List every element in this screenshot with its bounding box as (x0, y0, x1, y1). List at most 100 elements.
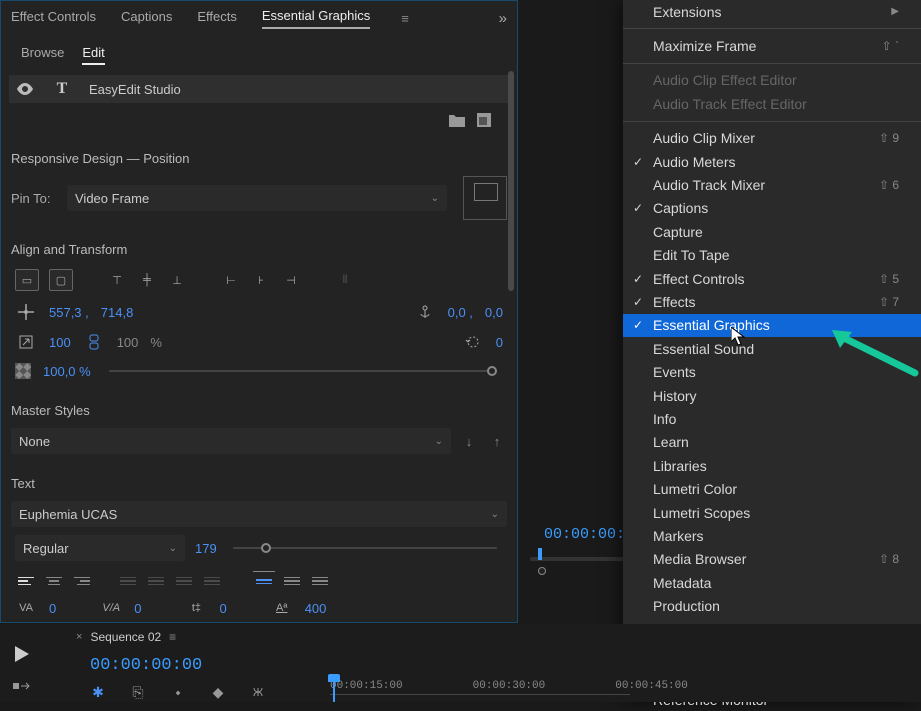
valign-bot-icon[interactable] (309, 571, 331, 591)
master-styles-title: Master Styles (1, 385, 517, 424)
align-bottom-icon[interactable]: ⊥ (167, 269, 187, 291)
collapse-panel-icon[interactable]: » (499, 10, 507, 27)
distribute-h-icon[interactable]: ⊢ (221, 269, 241, 291)
text-align-center-icon[interactable] (43, 571, 65, 591)
tracking-value[interactable]: 0 (134, 601, 141, 616)
settings-icon[interactable] (246, 682, 270, 702)
font-family-dropdown[interactable]: Euphemia UCAS⌄ (11, 501, 507, 527)
scrollbar[interactable] (507, 71, 515, 571)
menu-item-essential-sound[interactable]: Essential Sound (623, 337, 921, 360)
timeline-panel: × Sequence 02 ≡ 00:00:00:00 ✱ ⎘ ⬩ ◆ 00:0… (0, 624, 921, 702)
timeline-timecode[interactable]: 00:00:00:00 (90, 656, 202, 675)
marker-icon[interactable]: ◆ (206, 682, 230, 702)
rotation-value[interactable]: 0 (496, 335, 503, 350)
menu-item-captions[interactable]: ✓Captions (623, 197, 921, 220)
tab-effect-controls[interactable]: Effect Controls (11, 9, 96, 28)
menu-item-effect-controls[interactable]: ✓Effect Controls⇧ 5 (623, 267, 921, 290)
marker-tool-icon[interactable]: ⬩ (166, 682, 190, 702)
scale-icon (15, 333, 37, 351)
menu-item-markers[interactable]: Markers (623, 524, 921, 547)
position-x[interactable]: 557,3 , (49, 305, 89, 320)
subtab-browse[interactable]: Browse (21, 45, 64, 65)
baseline-value[interactable]: 400 (305, 601, 327, 616)
align-left-icon[interactable]: ▭ (15, 269, 39, 291)
menu-item-info[interactable]: Info (623, 407, 921, 430)
panel-tabs: Effect Controls Captions Effects Essenti… (1, 1, 517, 35)
anchor-y[interactable]: 0,0 (485, 305, 503, 320)
visibility-icon[interactable] (17, 83, 35, 95)
text-align-left-icon[interactable] (15, 571, 37, 591)
pin-to-dropdown[interactable]: Video Frame⌄ (67, 185, 447, 211)
align-center-icon[interactable]: ▢ (49, 269, 73, 291)
snap-icon[interactable]: ✱ (86, 682, 110, 702)
timeline-playhead[interactable] (333, 678, 335, 702)
timeline-ruler[interactable]: 00:00:15:00 00:00:30:00 00:00:45:00 (330, 680, 688, 692)
menu-item-capture[interactable]: Capture (623, 220, 921, 243)
scale-h-value: 100 (117, 335, 139, 350)
menu-item-metadata[interactable]: Metadata (623, 571, 921, 594)
menu-item-effects[interactable]: ✓Effects⇧ 7 (623, 290, 921, 313)
kerning-value[interactable]: 0 (49, 601, 56, 616)
font-size-value[interactable]: 179 (195, 541, 217, 556)
menu-item-audio-clip-mixer[interactable]: Audio Clip Mixer⇧ 9 (623, 127, 921, 150)
text-section-title: Text (1, 458, 517, 497)
tab-essential-graphics[interactable]: Essential Graphics (262, 8, 370, 29)
menu-item-extensions[interactable]: Extensions▶ (623, 0, 921, 23)
distribute-hc-icon[interactable]: ⊦ (251, 269, 271, 291)
distribute-v-icon[interactable]: ⦀ (335, 269, 355, 291)
opacity-value[interactable]: 100,0 % (43, 364, 91, 379)
menu-item-media-browser[interactable]: Media Browser⇧ 8 (623, 548, 921, 571)
folder-icon[interactable] (449, 113, 465, 127)
justify-left-icon[interactable] (117, 571, 139, 591)
align-vcenter-icon[interactable]: ╪ (137, 269, 157, 291)
menu-item-audio-track-mixer[interactable]: Audio Track Mixer⇧ 6 (623, 173, 921, 196)
menu-item-history[interactable]: History (623, 384, 921, 407)
menu-item-lumetri-scopes[interactable]: Lumetri Scopes (623, 501, 921, 524)
monitor-scrubber[interactable] (530, 551, 625, 565)
push-up-icon[interactable]: ↑ (487, 434, 507, 449)
font-weight-dropdown[interactable]: Regular⌄ (15, 535, 185, 561)
master-styles-dropdown[interactable]: None⌄ (11, 428, 451, 454)
justify-center-icon[interactable] (145, 571, 167, 591)
menu-item-events[interactable]: Events (623, 360, 921, 383)
align-top-icon[interactable]: ⊤ (107, 269, 127, 291)
anchor-x[interactable]: 0,0 , (448, 305, 473, 320)
menu-item-maximize-frame[interactable]: Maximize Frame⇧ ` (623, 34, 921, 57)
valign-top-icon[interactable] (253, 571, 275, 591)
play-icon[interactable] (10, 644, 34, 664)
menu-item-learn[interactable]: Learn (623, 431, 921, 454)
leading-value[interactable]: 0 (219, 601, 226, 616)
tab-captions[interactable]: Captions (121, 9, 172, 28)
tab-menu-icon[interactable]: ≡ (169, 630, 176, 644)
menu-item-lumetri-color[interactable]: Lumetri Color (623, 477, 921, 500)
menu-item-production[interactable]: Production (623, 594, 921, 617)
ripple-icon[interactable] (10, 676, 34, 696)
align-section-title: Align and Transform (1, 224, 517, 263)
pin-widget[interactable] (463, 176, 507, 220)
monitor-timecode[interactable]: 00:00:00:0 (544, 526, 634, 543)
menu-item-audio-meters[interactable]: ✓Audio Meters (623, 150, 921, 173)
link-icon[interactable] (83, 333, 105, 351)
font-size-slider[interactable] (233, 547, 497, 549)
menu-item-libraries[interactable]: Libraries (623, 454, 921, 477)
valign-mid-icon[interactable] (281, 571, 303, 591)
new-layer-icon[interactable] (477, 113, 491, 127)
layer-row[interactable]: T EasyEdit Studio (9, 75, 509, 103)
opacity-slider[interactable] (109, 370, 497, 372)
tab-effects[interactable]: Effects (197, 9, 237, 28)
scale-value[interactable]: 100 (49, 335, 71, 350)
close-tab-icon[interactable]: × (76, 631, 82, 643)
justify-right-icon[interactable] (173, 571, 195, 591)
push-down-icon[interactable]: ↓ (459, 434, 479, 449)
text-align-right-icon[interactable] (71, 571, 93, 591)
panel-menu-icon[interactable]: ≡ (401, 11, 409, 26)
justify-full-icon[interactable] (201, 571, 223, 591)
menu-item-edit-to-tape[interactable]: Edit To Tape (623, 244, 921, 267)
sequence-tab[interactable]: × Sequence 02 ≡ (76, 630, 176, 644)
distribute-h2-icon[interactable]: ⊣ (281, 269, 301, 291)
position-y[interactable]: 714,8 (101, 305, 134, 320)
linked-icon[interactable]: ⎘ (126, 682, 150, 702)
cursor-icon (731, 327, 747, 347)
subtab-edit[interactable]: Edit (82, 45, 104, 65)
menu-item-essential-graphics[interactable]: ✓Essential Graphics (623, 314, 921, 337)
